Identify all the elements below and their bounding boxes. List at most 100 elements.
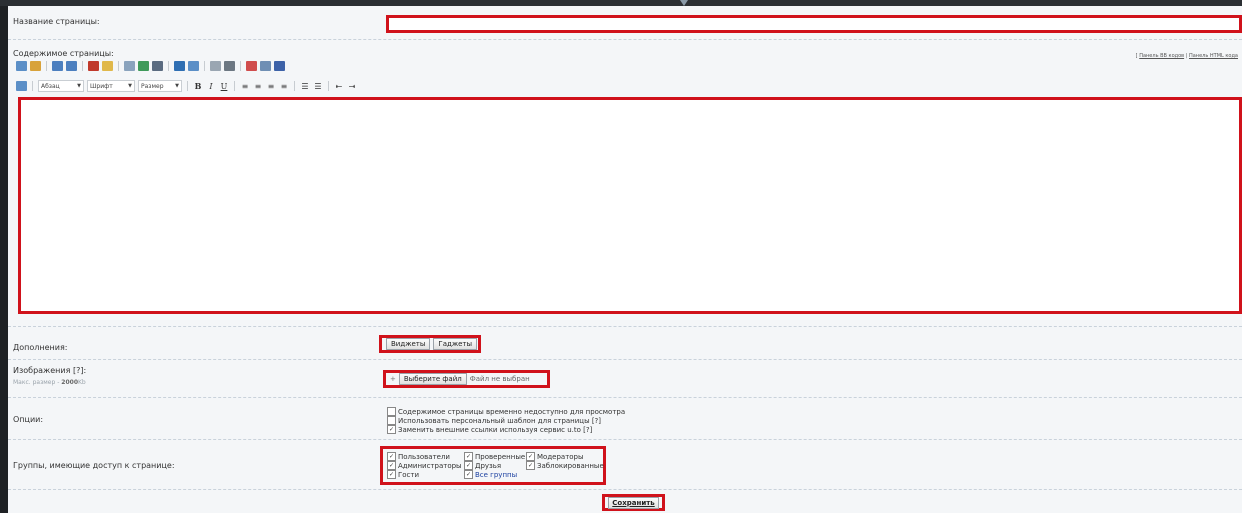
toolbar-separator xyxy=(46,61,47,71)
toolbar-separator xyxy=(240,61,241,71)
toolbar-separator xyxy=(168,61,169,71)
group-item: Заблокированные xyxy=(526,461,604,470)
group-moderators-checkbox[interactable] xyxy=(526,452,535,461)
edit-icon[interactable] xyxy=(16,81,27,91)
option-uto-help[interactable]: [?] xyxy=(583,426,592,434)
page-editor-form: Название страницы: Содержимое страницы: … xyxy=(8,6,1242,513)
table-icon[interactable] xyxy=(174,61,185,71)
outdent-icon[interactable]: ⇤ xyxy=(334,82,344,91)
group-item: Все группы xyxy=(464,470,525,479)
group-blocked-checkbox[interactable] xyxy=(526,461,535,470)
page-name-label: Название страницы: xyxy=(13,17,100,26)
editor-toolbar-format: Абзац ▼ Шрифт ▼ Размер ▼ B I U ≡ ≡ ≡ ≡ ☰ ☰ … xyxy=(16,79,357,93)
toolbar-separator xyxy=(187,81,188,91)
size-select[interactable]: Размер ▼ xyxy=(138,80,182,92)
toolbar-separator xyxy=(118,61,119,71)
images-max-unit: Kb xyxy=(78,379,86,386)
ordered-list-icon[interactable]: ☰ xyxy=(300,82,310,91)
html-code-link[interactable]: Панель HTML кода xyxy=(1189,53,1238,59)
size-select-label: Размер xyxy=(141,82,164,90)
group-all-checkbox[interactable] xyxy=(464,470,473,479)
group-admins-checkbox[interactable] xyxy=(387,461,396,470)
group-item: Администраторы xyxy=(387,461,462,470)
content-editor-area[interactable] xyxy=(18,97,1242,314)
link-icon[interactable] xyxy=(124,61,135,71)
options-list: Содержимое страницы временно недоступно … xyxy=(387,407,625,434)
editor-toolbar-top xyxy=(16,59,285,73)
group-guests-label: Гости xyxy=(398,470,420,479)
image-icon[interactable] xyxy=(138,61,149,71)
align-right-icon[interactable]: ≡ xyxy=(266,82,276,91)
groups-label: Группы, имеющие доступ к странице: xyxy=(13,461,175,470)
bb-codes-link[interactable]: Панель BB кодов xyxy=(1139,53,1184,59)
group-users-checkbox[interactable] xyxy=(387,452,396,461)
remove-format-icon[interactable] xyxy=(246,61,257,71)
group-friends-checkbox[interactable] xyxy=(464,461,473,470)
images-label-text: Изображения xyxy=(13,366,71,375)
italic-button[interactable]: I xyxy=(206,82,216,91)
align-justify-icon[interactable]: ≡ xyxy=(279,82,289,91)
toolbar-separator xyxy=(32,81,33,91)
align-left-icon[interactable]: ≡ xyxy=(240,82,250,91)
chevron-down-icon: ▼ xyxy=(128,83,132,89)
links-separator: | xyxy=(1185,53,1188,59)
option-unavailable-checkbox[interactable] xyxy=(387,407,396,416)
unlink-icon[interactable] xyxy=(152,61,163,71)
insert-icon[interactable] xyxy=(188,61,199,71)
unordered-list-icon[interactable]: ☰ xyxy=(313,82,323,91)
toolbar-separator xyxy=(328,81,329,91)
images-max-value: 2000 xyxy=(61,379,78,386)
undo-icon[interactable] xyxy=(52,61,63,71)
indent-icon[interactable]: ⇥ xyxy=(347,82,357,91)
group-item: Гости xyxy=(387,470,462,479)
find-icon[interactable] xyxy=(16,61,27,71)
paragraph-select-label: Абзац xyxy=(41,82,60,90)
toolbar-separator xyxy=(294,81,295,91)
option-unavailable-label: Содержимое страницы временно недоступно … xyxy=(398,407,626,416)
toolbar-separator xyxy=(234,81,235,91)
group-blocked-label: Заблокированные xyxy=(537,461,604,470)
save-button-frame: Сохранить xyxy=(602,494,665,511)
page-name-input[interactable] xyxy=(386,15,1242,33)
hr-icon[interactable] xyxy=(224,61,235,71)
no-file-text: Файл не выбран xyxy=(469,375,530,383)
underline-button[interactable]: U xyxy=(219,82,229,91)
spellcheck-icon[interactable] xyxy=(274,61,285,71)
redo-icon[interactable] xyxy=(66,61,77,71)
save-button[interactable]: Сохранить xyxy=(608,496,659,509)
images-label: Изображения [?]: xyxy=(13,366,87,375)
chevron-down-icon: ▼ xyxy=(175,83,179,89)
option-uto-checkbox[interactable] xyxy=(387,425,396,434)
source-icon[interactable] xyxy=(260,61,271,71)
option-template-label: Использовать персональный шаблон для стр… xyxy=(398,416,590,425)
options-row: Опции: Содержимое страницы временно недо… xyxy=(8,397,1242,440)
content-label: Содержимое страницы: xyxy=(13,49,114,58)
paragraph-select[interactable]: Абзац ▼ xyxy=(38,80,84,92)
choose-file-button[interactable]: Выберите файл xyxy=(398,373,467,385)
option-template-help[interactable]: [?] xyxy=(592,417,601,425)
group-guests-checkbox[interactable] xyxy=(387,470,396,479)
font-select[interactable]: Шрифт ▼ xyxy=(87,80,135,92)
group-all-label[interactable]: Все группы xyxy=(475,471,517,479)
gadgets-button[interactable]: Гаджеты xyxy=(433,338,478,350)
images-max-label: Макс. размер - xyxy=(13,379,60,386)
bg-color-icon[interactable] xyxy=(102,61,113,71)
special-char-icon[interactable] xyxy=(210,61,221,71)
plus-icon[interactable]: + xyxy=(390,375,396,383)
group-admins-label: Администраторы xyxy=(398,461,462,470)
bold-button[interactable]: B xyxy=(193,81,203,91)
replace-icon[interactable] xyxy=(30,61,41,71)
group-verified-label: Проверенные xyxy=(475,452,526,461)
page-name-row: Название страницы: xyxy=(8,6,1242,40)
groups-row: Группы, имеющие доступ к странице: Польз… xyxy=(8,439,1242,490)
text-color-icon[interactable] xyxy=(88,61,99,71)
images-help-link[interactable]: [?] xyxy=(73,366,84,375)
group-item: Модераторы xyxy=(526,452,604,461)
addons-row: Дополнения: Виджеты Гаджеты xyxy=(8,326,1242,360)
group-verified-checkbox[interactable] xyxy=(464,452,473,461)
widgets-button[interactable]: Виджеты xyxy=(386,338,431,350)
options-label: Опции: xyxy=(13,415,44,424)
group-users-label: Пользователи xyxy=(398,452,450,461)
option-template-checkbox[interactable] xyxy=(387,416,396,425)
align-center-icon[interactable]: ≡ xyxy=(253,82,263,91)
